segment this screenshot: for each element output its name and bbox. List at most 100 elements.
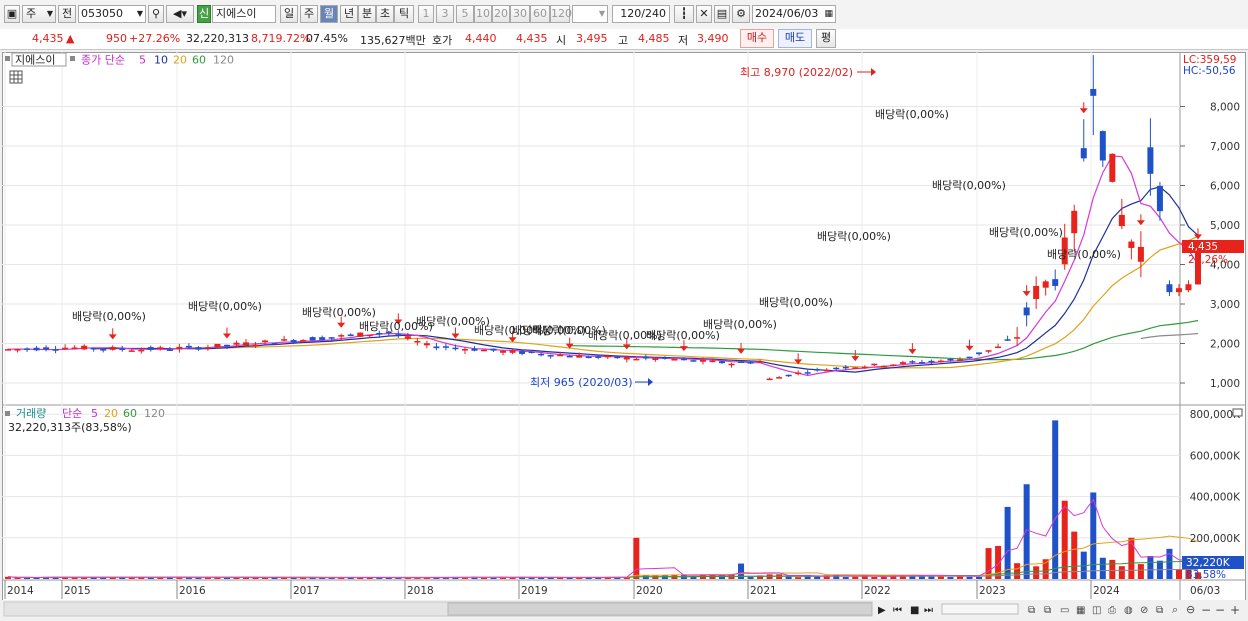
- interval-10[interactable]: 10: [474, 5, 492, 23]
- time-tick-label: 2021: [750, 585, 777, 597]
- time-tick-label: 2015: [64, 585, 91, 597]
- volume-legend-ma20: 20: [104, 407, 118, 420]
- volume-bar: [947, 577, 954, 579]
- count-field[interactable]: 120/240: [612, 5, 670, 23]
- candle-body: [957, 359, 963, 361]
- candle-body: [804, 372, 811, 374]
- candle-body: [985, 350, 992, 352]
- interval-5[interactable]: 5: [456, 5, 474, 23]
- candle-body: [1071, 210, 1078, 234]
- volume-tag-value: 32,220K: [1186, 557, 1231, 569]
- dividend-label: 배당락(0,00%): [817, 230, 891, 243]
- date-input[interactable]: 2024/06/03 ▦: [752, 5, 836, 23]
- minus-icon-2: −: [1215, 603, 1225, 617]
- dividend-label: 배당락(0,00%): [932, 179, 1006, 192]
- window-menu-icon[interactable]: ▣: [4, 5, 20, 23]
- candle-body: [500, 350, 507, 353]
- candle-body: [33, 347, 40, 351]
- dividend-arrow-icon: [451, 333, 460, 339]
- candle-body: [728, 363, 735, 366]
- candle-body: [176, 346, 183, 350]
- dividend-label: 배당락(0,00%): [188, 300, 262, 313]
- price-tick-label: 5,000: [1210, 220, 1240, 232]
- candle-body: [652, 358, 659, 360]
- candle-body: [1099, 131, 1106, 161]
- tab-month[interactable]: 월: [320, 5, 338, 23]
- interval-1[interactable]: 1: [418, 5, 434, 23]
- volume-value: 32,220,313: [186, 32, 249, 45]
- tab-week[interactable]: 주: [300, 5, 318, 23]
- price-tick-label: 8,000: [1210, 102, 1240, 114]
- dividend-arrow-icon: [679, 346, 688, 352]
- time-axis: 2014 2015 2016 2017 2018 2019 2020 2021 2022 2023…: [4, 580, 1220, 599]
- price-legend: 지에스이 종가 단순 5 10 20 60 120: [5, 52, 234, 84]
- ma120-line: [1140, 332, 1199, 340]
- volume-pane: 거래량 단순 5 20 60 120 32,220,313주(83,58%) 8…: [2, 407, 1244, 581]
- candle-body: [747, 362, 754, 364]
- search-icon[interactable]: ⚲: [148, 5, 164, 23]
- volume-tick-label: 200,000K: [1190, 533, 1241, 545]
- interval-3[interactable]: 3: [436, 5, 454, 23]
- lock-icon: ◍: [1124, 605, 1133, 616]
- candle-body: [100, 349, 107, 351]
- candle-body: [538, 353, 545, 356]
- ma120-path: [1140, 332, 1199, 340]
- candle-body: [928, 360, 935, 363]
- candle-body: [166, 349, 173, 351]
- toolbar: ▣ 주 ▼ 전 053050 ▼ ⚲ ◀▾ 신 지에스이 일 주 월 년 분 초 틱…: [0, 0, 1248, 30]
- tab-year[interactable]: 년: [340, 5, 358, 23]
- period-select[interactable]: 주 ▼: [22, 5, 56, 23]
- dividend-label: 배당락(0,00%): [302, 306, 376, 319]
- volume-bar: [1147, 556, 1154, 579]
- candle-body: [614, 356, 621, 359]
- sell-button[interactable]: 매도: [778, 29, 812, 48]
- interval-20[interactable]: 20: [492, 5, 510, 23]
- candle-body: [1166, 284, 1173, 293]
- candle-body: [1137, 246, 1144, 262]
- zoom-slider: [941, 603, 1019, 615]
- stock-code-input[interactable]: 053050 ▼: [78, 5, 146, 23]
- candle-body: [357, 332, 364, 337]
- candle-body: [966, 356, 973, 359]
- volume-bar: [852, 576, 859, 579]
- crosshair-icon[interactable]: ✕: [696, 5, 712, 23]
- candle-body: [423, 343, 430, 346]
- speaker-icon[interactable]: ◀▾: [166, 5, 194, 23]
- volume-legend-ma60: 60: [123, 407, 137, 420]
- vertical-gridlines: [4, 52, 1092, 580]
- dividend-markers: 배당락(0,00%) 배당락(0,00%) 배당락(0,00%) 배당락(0,00%)…: [72, 102, 1202, 365]
- save-icon[interactable]: ▤: [714, 5, 730, 23]
- candle-body: [680, 358, 687, 361]
- volume-bar: [633, 537, 640, 579]
- legend-ma5: 5: [139, 54, 146, 67]
- candle-body: [595, 356, 602, 358]
- volume-bar: [1118, 566, 1125, 579]
- tab-day[interactable]: 일: [280, 5, 298, 23]
- gear-icon[interactable]: ⚙: [732, 5, 750, 23]
- price-tag-percent: 27,26%: [1188, 254, 1228, 266]
- ma10-line: [93, 186, 1199, 373]
- time-tick-label: 2016: [179, 585, 206, 597]
- time-tick-label: 2024: [1093, 585, 1120, 597]
- candle-type-icon[interactable]: ┇: [674, 5, 694, 23]
- prev-button[interactable]: 전: [58, 5, 76, 23]
- candle-body: [376, 332, 383, 335]
- candle-body: [262, 340, 269, 342]
- chart-panel[interactable]: 배당락(0,00%) 배당락(0,00%) 배당락(0,00%) 배당락(0,00%)…: [2, 52, 1246, 619]
- balance-button[interactable]: 평: [816, 29, 836, 48]
- interval-dropdown[interactable]: ▼: [572, 5, 608, 23]
- tab-minute[interactable]: 분: [358, 5, 376, 23]
- chart-icon: ◫: [1092, 605, 1101, 616]
- chart-nav-controls[interactable]: ▶ ⏮ ■ ⏭ ⧉ ⧉ ▭ ▦ ◫ ⎙ ◍ ⊘ ⧉ ⌕ ⊖ − − +: [878, 603, 1240, 617]
- volume-bar: [871, 576, 878, 579]
- volume-legend-name: 거래량: [16, 407, 46, 420]
- tab-tick[interactable]: 틱: [394, 5, 414, 23]
- candle-body: [776, 377, 783, 379]
- candle-body: [909, 361, 916, 363]
- interval-120[interactable]: 120: [550, 5, 572, 23]
- buy-button[interactable]: 매수: [740, 29, 774, 48]
- tab-second[interactable]: 초: [376, 5, 394, 23]
- candle-body: [309, 337, 316, 341]
- interval-60[interactable]: 60: [530, 5, 550, 23]
- interval-30[interactable]: 30: [510, 5, 530, 23]
